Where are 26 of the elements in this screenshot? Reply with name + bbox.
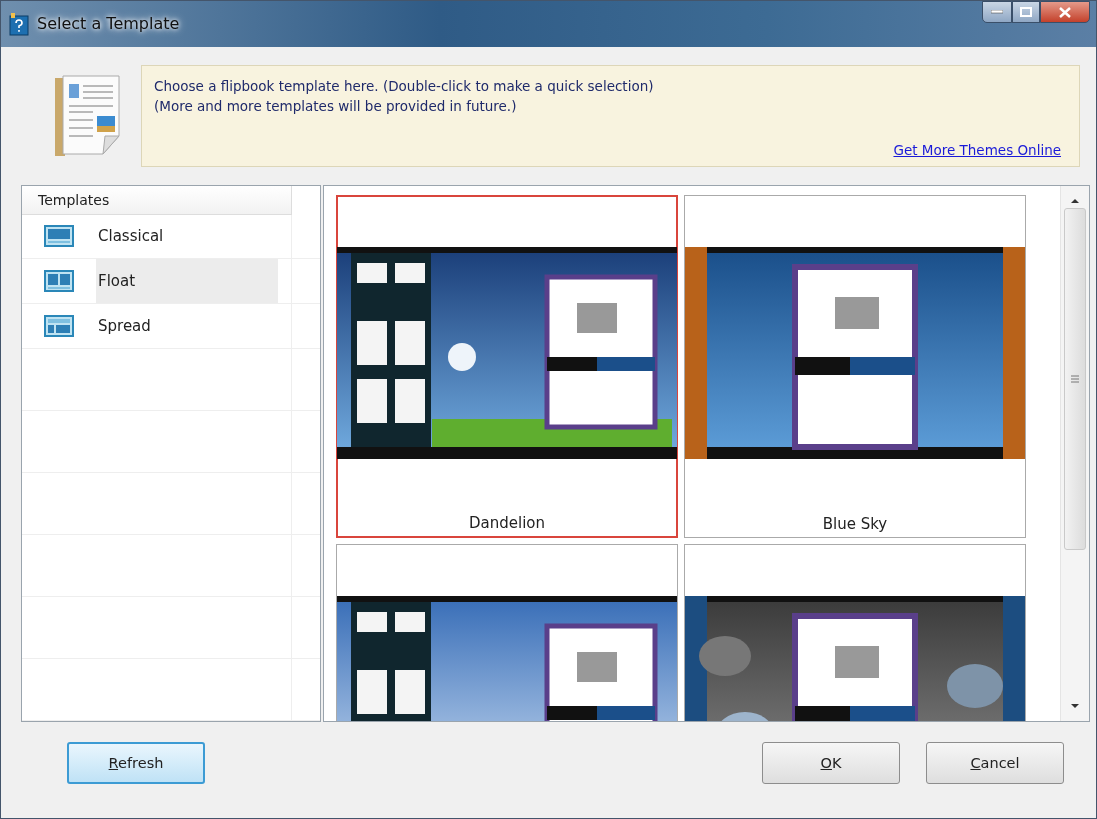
column-header: Templates xyxy=(22,185,292,215)
close-icon xyxy=(1059,6,1071,18)
minimize-icon xyxy=(991,10,1003,14)
refresh-button[interactable]: Refresh xyxy=(67,741,205,784)
layout-icon xyxy=(44,314,74,337)
template-category[interactable]: Spread xyxy=(22,304,320,349)
close-button[interactable] xyxy=(1040,1,1090,23)
cancel-button[interactable]: Cancel xyxy=(926,741,1064,784)
layout-icon xyxy=(44,225,74,248)
app-icon xyxy=(9,11,29,36)
maximize-button[interactable] xyxy=(1012,1,1040,23)
scroll-down-icon[interactable] xyxy=(1070,702,1080,709)
ok-button[interactable]: OK xyxy=(762,741,900,784)
window-title: Select a Template xyxy=(37,14,181,34)
scroll-thumb[interactable] xyxy=(1064,207,1086,550)
more-themes-link[interactable]: Get More Themes Online xyxy=(893,141,1061,158)
info-text: (More and more templates will be provided in future.) xyxy=(154,96,518,116)
template-thumbnail[interactable]: Blue Sky xyxy=(684,194,1026,538)
layout-icon xyxy=(44,270,74,293)
vertical-scrollbar[interactable] xyxy=(1060,185,1089,721)
template-thumbnail[interactable]: Dandelion xyxy=(336,194,678,538)
maximize-icon xyxy=(1020,7,1032,17)
info-text: Choose a flipbook template here. (Double-click to make a quick selection) xyxy=(154,76,655,96)
scroll-up-icon[interactable] xyxy=(1070,197,1080,204)
minimize-button[interactable] xyxy=(982,1,1012,23)
grip-icon xyxy=(1071,374,1079,383)
